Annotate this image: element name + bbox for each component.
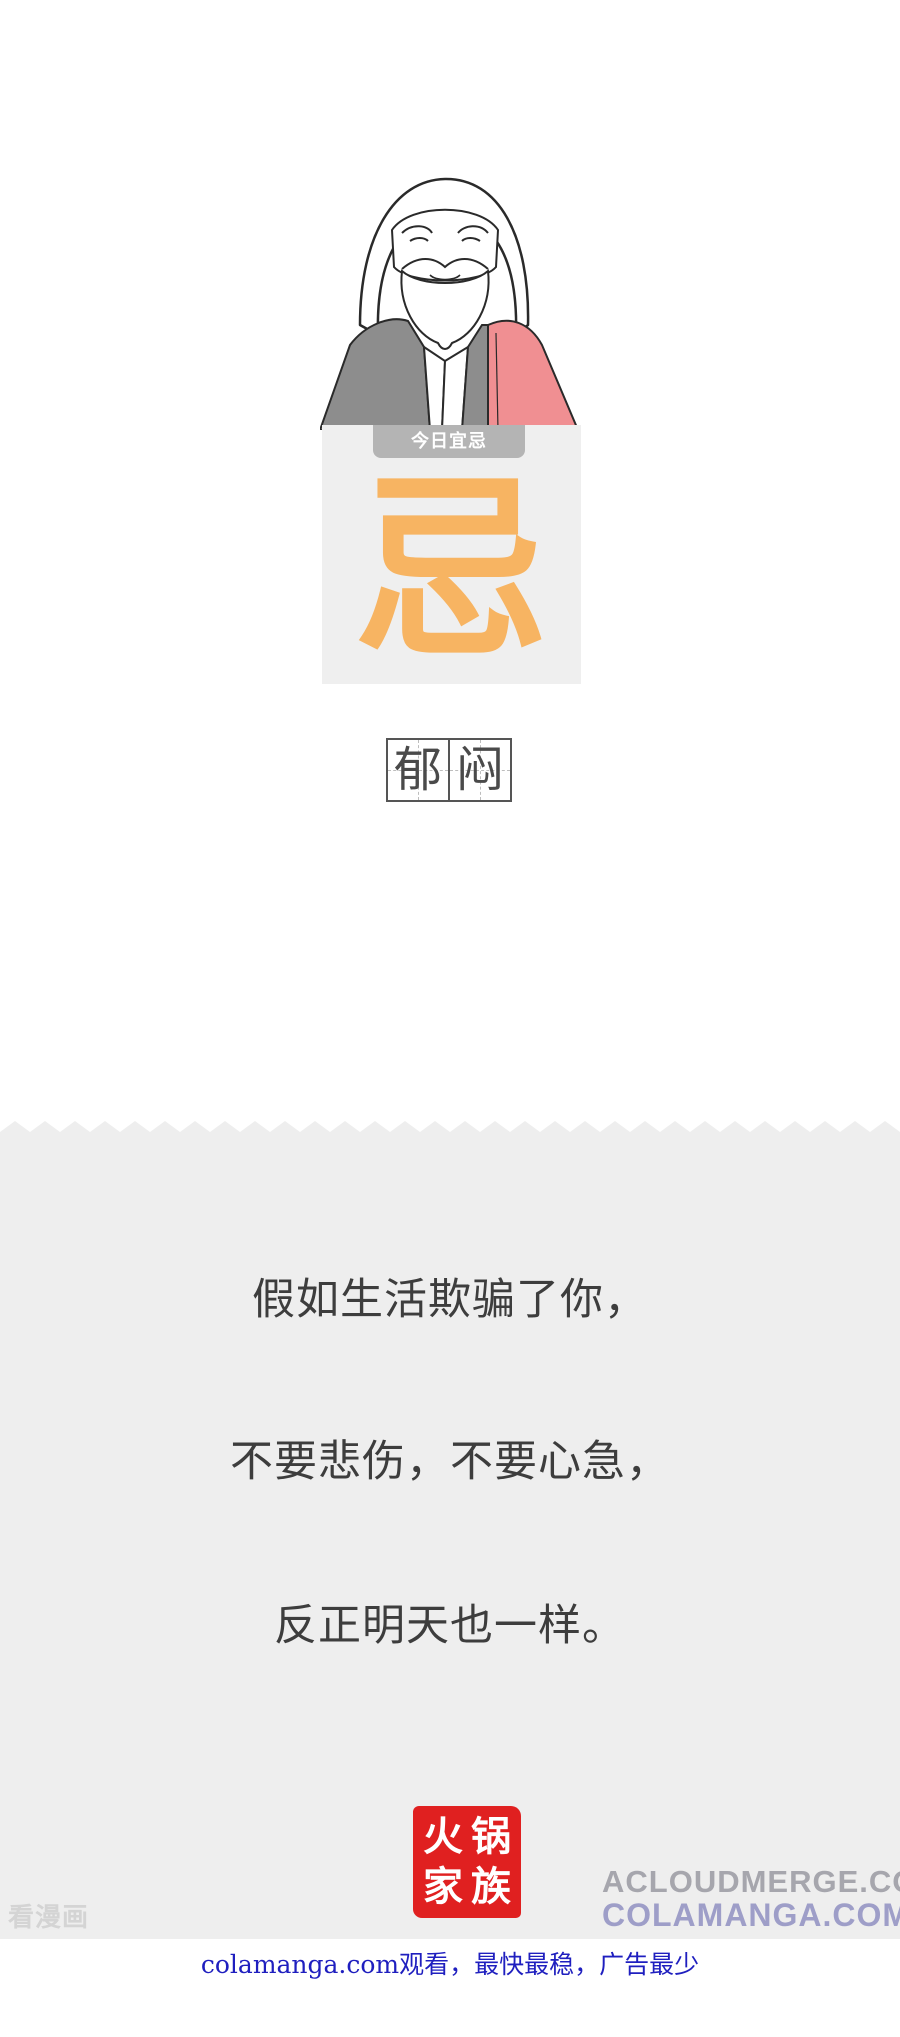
bearded-sage-icon bbox=[320, 177, 580, 430]
word-character: 闷 bbox=[455, 742, 504, 798]
seal-character: 族 bbox=[471, 1863, 511, 1910]
word-cell: 郁 bbox=[386, 738, 450, 802]
quote-line: 不要悲伤，不要心急， bbox=[230, 1437, 670, 1487]
word-character: 郁 bbox=[393, 742, 442, 798]
card-tab-label: 今日宜忌 bbox=[373, 425, 525, 458]
seal-character: 锅 bbox=[471, 1813, 511, 1860]
footer-site-link[interactable]: colamanga.com观看，最快最稳，广告最少 bbox=[0, 1945, 900, 1985]
brand-seal: 火 锅 家 族 bbox=[413, 1806, 521, 1918]
word-cell: 闷 bbox=[448, 738, 512, 802]
daily-glyph: 忌 bbox=[353, 457, 550, 685]
quote-line: 假如生活欺骗了你， bbox=[252, 1275, 648, 1325]
zigzag-divider bbox=[0, 1121, 900, 1142]
seal-character: 家 bbox=[423, 1863, 463, 1910]
word-grid: 郁 闷 bbox=[386, 738, 512, 802]
watermark-colamanga: COLAMANGA.COM bbox=[602, 1897, 900, 1933]
watermark-acloudmerge: ACLOUDMERGE.COM bbox=[602, 1864, 900, 1899]
quote-line: 反正明天也一样。 bbox=[274, 1601, 626, 1651]
seal-character: 火 bbox=[423, 1813, 463, 1860]
watermark-left: 看漫画 bbox=[8, 1903, 90, 1933]
